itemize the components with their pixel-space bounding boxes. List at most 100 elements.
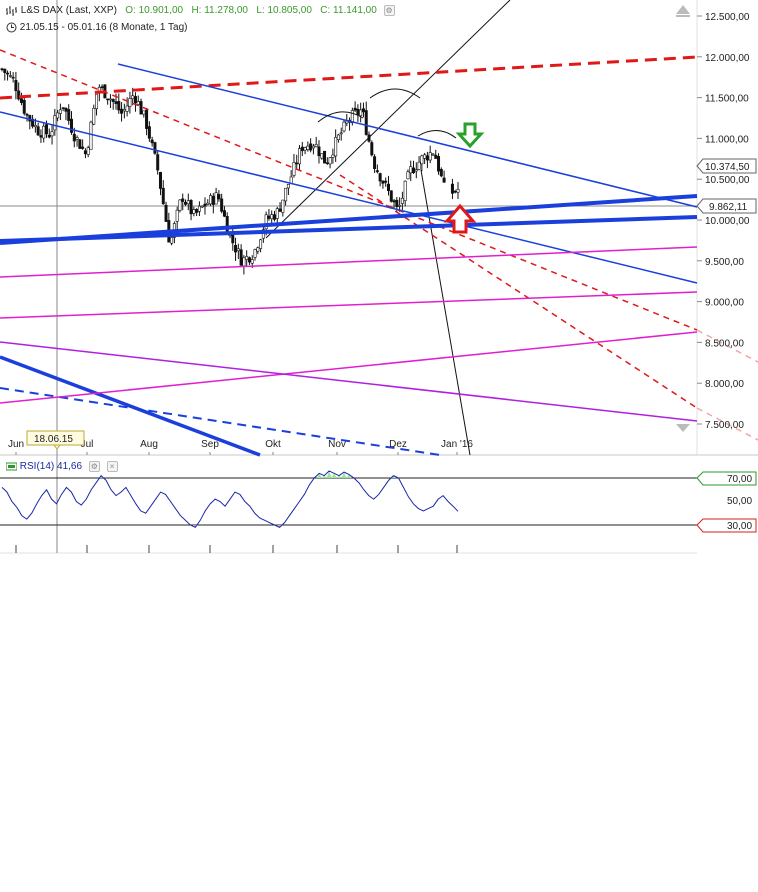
scroll-up-icon[interactable] (676, 5, 690, 17)
indicator-icon (6, 462, 17, 471)
candle-body (178, 199, 182, 211)
candle-body (111, 99, 115, 102)
candle-body (417, 161, 421, 170)
candle-body (375, 170, 379, 173)
candle-body (345, 120, 349, 124)
x-tick-label: Jan '16 (441, 439, 473, 450)
trendline-blue-mid (0, 111, 698, 284)
candle-body (108, 98, 112, 101)
candle-body (211, 195, 215, 205)
candle-body (300, 146, 304, 152)
candle-body (75, 137, 79, 140)
y-tick-label: 8.500,00 (705, 338, 744, 349)
candle-body (286, 184, 290, 189)
candle-body (364, 110, 368, 135)
candle-body (114, 101, 118, 104)
arc-left-shoulder (317, 111, 364, 123)
candle-body (100, 86, 104, 88)
candle-body (378, 173, 382, 182)
candle-body (423, 154, 427, 159)
candle-body (6, 72, 10, 75)
candle-body (336, 134, 340, 140)
candle-body (195, 209, 199, 213)
candle-body (36, 126, 40, 136)
candle-body (170, 237, 174, 244)
rsi-tick-70: 70,00 (727, 474, 752, 485)
rsi-line (1, 470, 459, 528)
candle-body (175, 209, 179, 222)
candle-body (136, 101, 140, 105)
candle-body (67, 109, 71, 121)
candle-body (0, 68, 4, 71)
candle-body (39, 135, 43, 138)
chart-header: L&S DAX (Last, XXP) O: 10.901,00 H: 11.2… (6, 5, 395, 16)
trendline-magenta-2 (0, 291, 698, 319)
y-tick-label: 11.500,00 (705, 94, 749, 105)
clock-icon (6, 22, 17, 33)
candle-body (412, 167, 416, 174)
rsi-panel: 70,00 50,00 30,00 (0, 470, 757, 553)
rsi-header: RSI(14) 41,66 ⚙ × (6, 461, 118, 472)
candle-body (214, 192, 218, 205)
arc-right-shoulder (417, 130, 457, 139)
range-header: 21.05.15 - 05.01.16 (8 Monate, 1 Tag) (6, 22, 188, 33)
last-price-tag: 10.374,50 (696, 158, 757, 174)
candle-body (414, 169, 418, 172)
candle-body (431, 153, 435, 156)
candle-body (14, 80, 18, 91)
candle-body (306, 145, 310, 150)
candle-body (314, 144, 318, 147)
candle-body (95, 93, 99, 109)
candle-body (247, 257, 251, 263)
candle-body (242, 257, 246, 267)
candle-body (353, 107, 357, 111)
candle-body (50, 131, 54, 137)
candle-body (278, 208, 282, 212)
candle-body (139, 101, 143, 115)
candle-body (253, 249, 257, 258)
rsi-settings-icon[interactable]: ⚙ (88, 461, 100, 472)
candle-body (245, 256, 249, 260)
trendline-red-channel (0, 49, 698, 331)
candle-body (239, 249, 243, 266)
candle-body (442, 177, 446, 183)
crosshair-price-tag: 9.862,11 (696, 198, 757, 214)
candle-body (309, 143, 313, 151)
candle-body (145, 109, 149, 129)
candle-body (128, 98, 132, 107)
green-down-arrow (455, 122, 485, 149)
date-range: 21.05.15 - 05.01.16 (8 Monate, 1 Tag) (19, 22, 188, 34)
candles-group (0, 67, 460, 275)
candle-body (389, 190, 393, 202)
candle-body (106, 98, 110, 101)
candle-body (409, 166, 413, 174)
candle-body (231, 233, 235, 244)
candle-body (184, 201, 188, 205)
candle-body (236, 248, 240, 252)
candle-body (292, 162, 296, 176)
candle-body (192, 209, 196, 214)
candle-body (131, 95, 135, 100)
candle-body (158, 172, 162, 189)
rsi-tag-70: 70,00 (696, 471, 757, 486)
rsi-value: 41,66 (57, 461, 83, 473)
rsi-close-icon[interactable]: × (106, 461, 118, 472)
candle-body (83, 150, 87, 155)
candle-body (156, 154, 160, 171)
candle-body (420, 155, 424, 165)
rsi-tick-30: 30,00 (727, 521, 752, 532)
candle-body (320, 153, 324, 159)
candle-body (386, 183, 390, 192)
candle-body (437, 156, 441, 172)
candle-body (272, 214, 276, 220)
x-tick-label: Dez (389, 439, 407, 450)
candle-body (81, 146, 85, 149)
candle-body (270, 214, 274, 220)
candle-body (234, 245, 238, 253)
scroll-down-icon[interactable] (676, 424, 690, 432)
candle-body (86, 147, 90, 155)
y-tick-label: 12.000,00 (705, 53, 750, 64)
candle-body (92, 107, 96, 125)
settings-icon[interactable]: ⚙ (383, 5, 395, 16)
candle-body (439, 169, 443, 177)
